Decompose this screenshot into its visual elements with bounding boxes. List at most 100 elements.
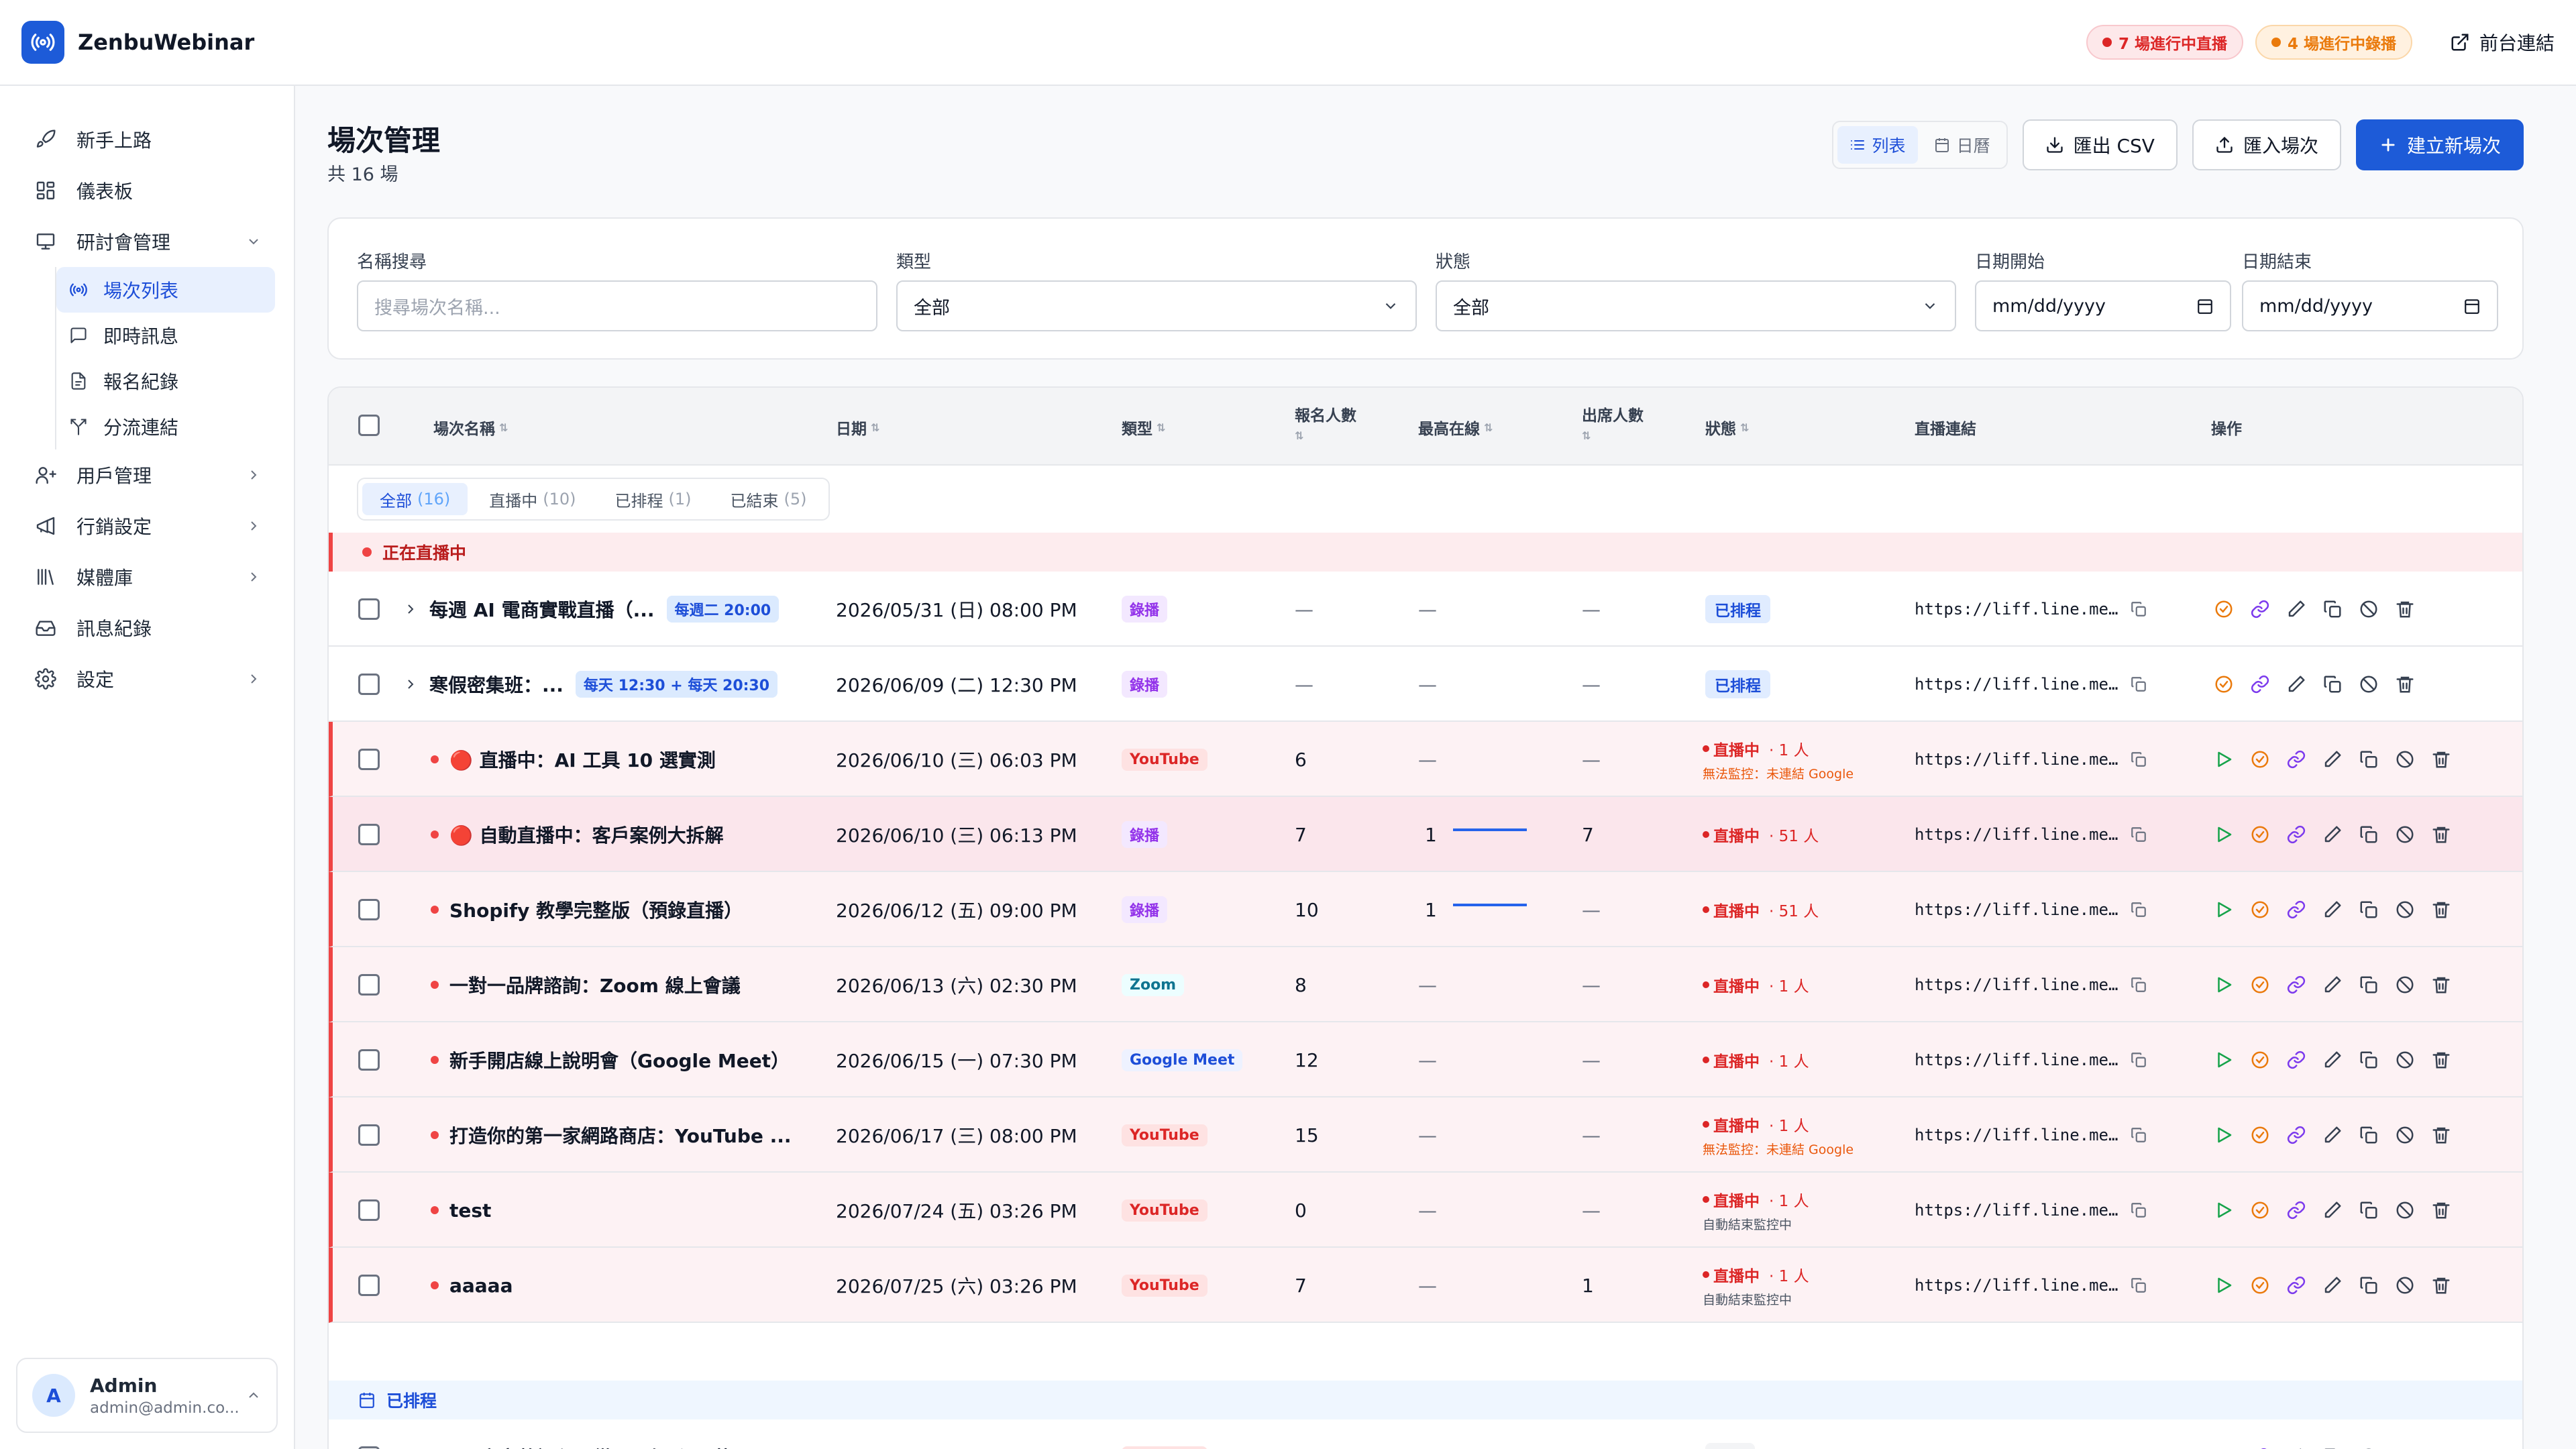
play-icon[interactable] — [2214, 900, 2234, 920]
session-name[interactable]: aaaaa — [449, 1275, 513, 1297]
select-all-checkbox[interactable] — [358, 415, 380, 436]
link-icon[interactable] — [2286, 900, 2306, 920]
duplicate-icon[interactable] — [2322, 599, 2343, 619]
disable-icon[interactable] — [2395, 824, 2415, 845]
disable-icon[interactable] — [2359, 674, 2379, 694]
sidebar-item-live-messages[interactable]: 即時訊息 — [56, 313, 275, 358]
live-link[interactable]: https://liff.line.me… — [1915, 675, 2118, 694]
link-icon[interactable] — [2250, 599, 2270, 619]
link-icon[interactable] — [2286, 824, 2306, 845]
tab-scheduled[interactable]: 已排程 (1) — [598, 483, 709, 515]
sidebar-item-settings[interactable]: 設定 — [0, 653, 294, 704]
table-row[interactable]: 寒假密集班：... 每天 12:30 + 每天 20:30 2026/06/09 (… — [329, 647, 2522, 722]
row-checkbox[interactable] — [358, 1446, 380, 1449]
table-row[interactable]: aaaaa 2026/07/25 (六) 03:26 PM YouTube 7 — 1 直播… — [329, 1248, 2522, 1323]
session-name[interactable]: 寒假密集班：... — [429, 671, 564, 698]
disable-icon[interactable] — [2395, 900, 2415, 920]
row-checkbox[interactable] — [358, 974, 380, 996]
col-peak[interactable]: 最高在線 ⇅ — [1418, 416, 1493, 439]
row-checkbox[interactable] — [358, 1275, 380, 1296]
trash-icon[interactable] — [2431, 1275, 2451, 1295]
copy-link-icon[interactable] — [2130, 901, 2147, 918]
table-row[interactable]: AI 電商完整課程：從 0 到月入百萬 2026/07/10 (五) 08:00 … — [329, 1419, 2522, 1449]
session-name[interactable]: 每週 AI 電商實戰直播（... — [429, 596, 655, 623]
col-date[interactable]: 日期 ⇅ — [836, 416, 879, 439]
copy-link-icon[interactable] — [2130, 600, 2147, 618]
view-list-button[interactable]: 列表 — [1837, 126, 1918, 164]
live-link[interactable]: https://liff.line.me… — [1915, 825, 2118, 844]
approve-icon[interactable] — [2214, 599, 2234, 619]
copy-link-icon[interactable] — [2130, 1277, 2147, 1294]
play-icon[interactable] — [2214, 1125, 2234, 1145]
edit-icon[interactable] — [2286, 674, 2306, 694]
import-button[interactable]: 匯入場次 — [2192, 119, 2341, 170]
copy-link-icon[interactable] — [2130, 976, 2147, 994]
type-filter-select[interactable]: 全部 — [896, 280, 1417, 331]
table-row[interactable]: test 2026/07/24 (五) 03:26 PM YouTube 0 — — 直播中… — [329, 1173, 2522, 1248]
sidebar-item-session-list[interactable]: 場次列表 — [56, 267, 275, 313]
col-status[interactable]: 狀態 ⇅ — [1705, 416, 1749, 439]
link-icon[interactable] — [2286, 1200, 2306, 1220]
approve-icon[interactable] — [2250, 749, 2270, 769]
disable-icon[interactable] — [2395, 749, 2415, 769]
col-registrants[interactable]: 報名人數 ⇅ — [1295, 402, 1356, 442]
row-checkbox[interactable] — [358, 749, 380, 770]
row-checkbox[interactable] — [358, 1124, 380, 1146]
user-menu[interactable]: A Admin admin@admin.co... — [16, 1358, 278, 1433]
table-row[interactable]: 打造你的第一家網路商店：YouTube ... 2026/06/17 (三) 08… — [329, 1097, 2522, 1173]
table-row[interactable]: 🔴 自動直播中：客戶案例大拆解 2026/06/10 (三) 06:13 PM 錄播… — [329, 797, 2522, 872]
duplicate-icon[interactable] — [2322, 674, 2343, 694]
sidebar-item-dashboard[interactable]: 儀表板 — [0, 165, 294, 216]
row-checkbox[interactable] — [358, 1049, 380, 1071]
live-count-pill[interactable]: 7 場進行中直播 — [2086, 25, 2243, 60]
duplicate-icon[interactable] — [2359, 1050, 2379, 1070]
disable-icon[interactable] — [2395, 1050, 2415, 1070]
duplicate-icon[interactable] — [2359, 975, 2379, 995]
expand-chevron-icon[interactable] — [402, 676, 419, 692]
table-row[interactable]: 每週 AI 電商實戰直播（... 每週二 20:00 2026/05/31 (日) … — [329, 572, 2522, 647]
copy-link-icon[interactable] — [2130, 676, 2147, 693]
edit-icon[interactable] — [2322, 749, 2343, 769]
edit-icon[interactable] — [2322, 900, 2343, 920]
disable-icon[interactable] — [2359, 599, 2379, 619]
sidebar-item-user-management[interactable]: 用戶管理 — [0, 449, 294, 500]
tab-live[interactable]: 直播中 (10) — [472, 483, 593, 515]
recording-count-pill[interactable]: 4 場進行中錄播 — [2255, 25, 2412, 60]
trash-icon[interactable] — [2431, 749, 2451, 769]
status-filter-select[interactable]: 全部 — [1436, 280, 1956, 331]
edit-icon[interactable] — [2322, 1125, 2343, 1145]
approve-icon[interactable] — [2250, 1200, 2270, 1220]
copy-link-icon[interactable] — [2130, 1126, 2147, 1144]
copy-link-icon[interactable] — [2130, 751, 2147, 768]
create-session-button[interactable]: 建立新場次 — [2355, 119, 2524, 170]
expand-chevron-icon[interactable] — [402, 601, 419, 617]
sidebar-item-split-links[interactable]: 分流連結 — [56, 404, 275, 449]
play-icon[interactable] — [2214, 1200, 2234, 1220]
sidebar-item-webinar-management[interactable]: 研討會管理 — [0, 216, 294, 267]
approve-icon[interactable] — [2250, 975, 2270, 995]
approve-icon[interactable] — [2250, 1125, 2270, 1145]
row-checkbox[interactable] — [358, 674, 380, 695]
live-link[interactable]: https://liff.line.me… — [1915, 600, 2118, 619]
table-row[interactable]: 一對一品牌諮詢：Zoom 線上會議 2026/06/13 (六) 02:30 PM… — [329, 947, 2522, 1022]
row-checkbox[interactable] — [358, 1199, 380, 1221]
date-end-input[interactable]: mm/dd/yyyy — [2242, 280, 2498, 331]
tab-all[interactable]: 全部 (16) — [362, 483, 468, 515]
view-calendar-button[interactable]: 日曆 — [1922, 126, 2002, 164]
play-icon[interactable] — [2214, 1050, 2234, 1070]
row-checkbox[interactable] — [358, 598, 380, 620]
trash-icon[interactable] — [2431, 824, 2451, 845]
link-icon[interactable] — [2286, 1125, 2306, 1145]
edit-icon[interactable] — [2286, 599, 2306, 619]
session-name[interactable]: 一對一品牌諮詢：Zoom 線上會議 — [449, 971, 741, 998]
live-link[interactable]: https://liff.line.me… — [1915, 750, 2118, 769]
table-row[interactable]: 🔴 直播中：AI 工具 10 選實測 2026/06/10 (三) 06:03 P… — [329, 722, 2522, 797]
live-link[interactable]: https://liff.line.me… — [1915, 1276, 2118, 1295]
play-icon[interactable] — [2214, 824, 2234, 845]
trash-icon[interactable] — [2431, 1200, 2451, 1220]
date-start-input[interactable]: mm/dd/yyyy — [1975, 280, 2231, 331]
sidebar-item-registrations[interactable]: 報名紀錄 — [56, 358, 275, 404]
col-name[interactable]: 場次名稱 ⇅ — [433, 416, 508, 439]
live-link[interactable]: https://liff.line.me… — [1915, 900, 2118, 919]
copy-link-icon[interactable] — [2130, 1051, 2147, 1069]
